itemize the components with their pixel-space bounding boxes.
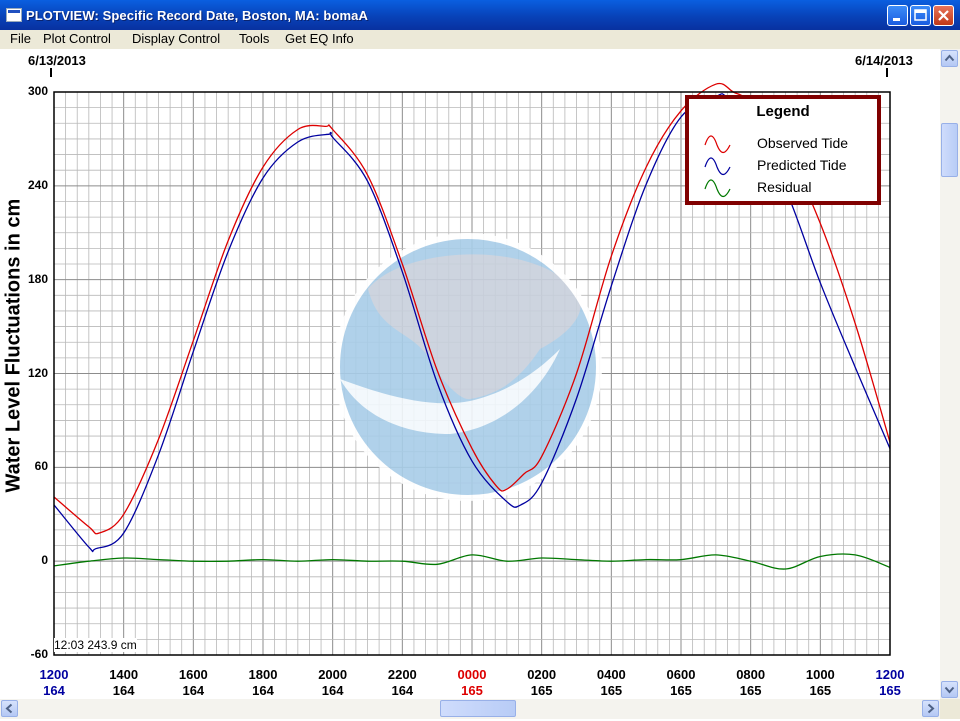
y-tick-label: 0	[41, 553, 48, 568]
close-button[interactable]	[933, 5, 954, 26]
y-tick-label: 180	[27, 271, 48, 286]
y-tick-label: 60	[34, 459, 48, 474]
end-date-tick	[886, 68, 888, 77]
plotview-window: PLOTVIEW: Specific Record Date, Boston, …	[0, 0, 960, 719]
y-tick-label: 240	[27, 177, 48, 192]
x-tick-time-label: 1600	[178, 667, 208, 682]
start-date: 6/13/2013	[28, 53, 86, 68]
down-arrow-icon	[944, 686, 955, 694]
predicted-swatch-icon	[704, 157, 731, 176]
legend-box[interactable]: Legend Observed Tide Predicted Tide Resi…	[685, 95, 881, 205]
noaa-watermark	[334, 233, 602, 501]
x-tick-time-label: 2000	[318, 667, 348, 682]
legend-title: Legend	[756, 103, 810, 120]
horizontal-scroll-thumb[interactable]	[440, 700, 516, 717]
maximize-button[interactable]	[910, 5, 931, 26]
legend-observed-label: Observed Tide	[757, 135, 849, 151]
x-tick-time-label: 1400	[109, 667, 139, 682]
menu-display-control[interactable]: Display Control	[132, 31, 220, 46]
x-tick-day-label: 165	[670, 683, 692, 698]
x-tick-day-label: 164	[112, 683, 135, 698]
horizontal-scrollbar[interactable]	[0, 699, 940, 719]
menu-file[interactable]: File	[10, 31, 31, 46]
up-arrow-icon	[944, 54, 955, 62]
x-tick-day-label: 164	[321, 683, 344, 698]
x-tick-day-label: 164	[43, 683, 65, 698]
y-tick-label: 120	[27, 365, 48, 380]
x-tick-time-label: 0000	[457, 667, 487, 682]
y-tick-label: -60	[30, 647, 48, 661]
x-tick-time-label: 0600	[666, 667, 696, 682]
scroll-right-button[interactable]	[922, 700, 939, 717]
menu-bar: File Plot Control Display Control Tools …	[0, 30, 960, 49]
residual-swatch-icon	[704, 179, 731, 198]
x-tick-time-label: 1000	[805, 667, 835, 682]
title-bar[interactable]: PLOTVIEW: Specific Record Date, Boston, …	[0, 0, 960, 30]
end-date: 6/14/2013	[855, 53, 913, 68]
right-arrow-icon	[927, 703, 935, 714]
size-grip[interactable]	[940, 699, 960, 719]
x-tick-day-label: 165	[739, 683, 762, 698]
x-tick-day-label: 165	[600, 683, 623, 698]
x-tick-day-label: 164	[391, 683, 414, 698]
observed-swatch-icon	[704, 135, 731, 154]
scroll-up-button[interactable]	[941, 50, 958, 67]
x-tick-day-label: 165	[461, 683, 483, 698]
x-tick-time-label: 0400	[596, 667, 626, 682]
window-title: PLOTVIEW: Specific Record Date, Boston, …	[26, 8, 368, 23]
x-tick-day-label: 165	[879, 683, 901, 698]
left-arrow-icon	[5, 703, 13, 714]
x-tick-time-label: 1200	[875, 667, 905, 682]
minimize-icon	[893, 18, 900, 21]
y-tick-label: 300	[27, 84, 48, 98]
x-tick-day-label: 164	[182, 683, 205, 698]
x-tick-day-label: 165	[530, 683, 553, 698]
close-icon	[938, 10, 949, 21]
minimize-button[interactable]	[887, 5, 908, 26]
menu-plot-control[interactable]: Plot Control	[43, 31, 111, 46]
legend-predicted-label: Predicted Tide	[757, 157, 847, 173]
x-tick-day-label: 165	[809, 683, 832, 698]
vertical-scrollbar[interactable]	[940, 49, 960, 699]
cursor-readout: 12:03 243.9 cm	[54, 638, 137, 652]
maximize-icon	[914, 9, 927, 21]
menu-tools[interactable]: Tools	[239, 31, 269, 46]
scroll-left-button[interactable]	[1, 700, 18, 717]
start-date-tick	[50, 68, 52, 77]
app-icon	[6, 8, 22, 22]
x-tick-time-label: 1800	[248, 667, 278, 682]
legend-residual-label: Residual	[757, 179, 812, 195]
menu-get-eq-info[interactable]: Get EQ Info	[285, 31, 354, 46]
scroll-down-button[interactable]	[941, 681, 958, 698]
x-tick-time-label: 0200	[527, 667, 557, 682]
vertical-scroll-thumb[interactable]	[941, 123, 958, 177]
x-tick-time-label: 0800	[736, 667, 766, 682]
x-tick-time-label: 2200	[387, 667, 417, 682]
x-tick-day-label: 164	[252, 683, 274, 698]
x-tick-time-label: 1200	[39, 667, 69, 682]
